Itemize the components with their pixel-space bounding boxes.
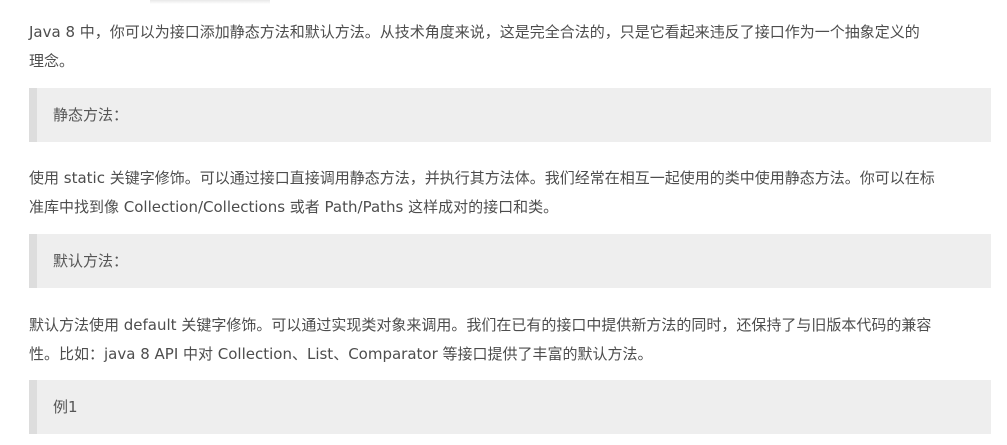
default-methods-heading: 默认方法：: [53, 252, 129, 270]
static-line-1: 使用 static 关键字修饰。可以通过接口直接调用静态方法，并执行其方法体。我…: [29, 169, 935, 187]
previous-content-edge: [150, 0, 270, 4]
blockquote-example-1: 例1: [29, 380, 991, 434]
article-body: Java 8 中，你可以为接口添加静态方法和默认方法。从技术角度来说，这是完全合…: [0, 0, 1007, 445]
default-methods-paragraph: 默认方法使用 default 关键字修饰。可以通过实现类对象来调用。我们在已有的…: [29, 311, 994, 369]
intro-paragraph: Java 8 中，你可以为接口添加静态方法和默认方法。从技术角度来说，这是完全合…: [29, 18, 994, 76]
intro-line-1: Java 8 中，你可以为接口添加静态方法和默认方法。从技术角度来说，这是完全合…: [29, 23, 920, 41]
static-line-2: 准库中找到像 Collection/Collections 或者 Path/Pa…: [29, 198, 559, 216]
default-line-1: 默认方法使用 default 关键字修饰。可以通过实现类对象来调用。我们在已有的…: [29, 316, 932, 334]
static-methods-paragraph: 使用 static 关键字修饰。可以通过接口直接调用静态方法，并执行其方法体。我…: [29, 164, 994, 222]
example-heading: 例1: [53, 398, 78, 416]
intro-line-2: 理念。: [29, 52, 75, 70]
default-line-2: 性。比如：java 8 API 中对 Collection、List、Compa…: [29, 345, 653, 363]
blockquote-default-methods: 默认方法：: [29, 234, 991, 288]
static-methods-heading: 静态方法：: [53, 106, 129, 124]
blockquote-static-methods: 静态方法：: [29, 88, 991, 142]
